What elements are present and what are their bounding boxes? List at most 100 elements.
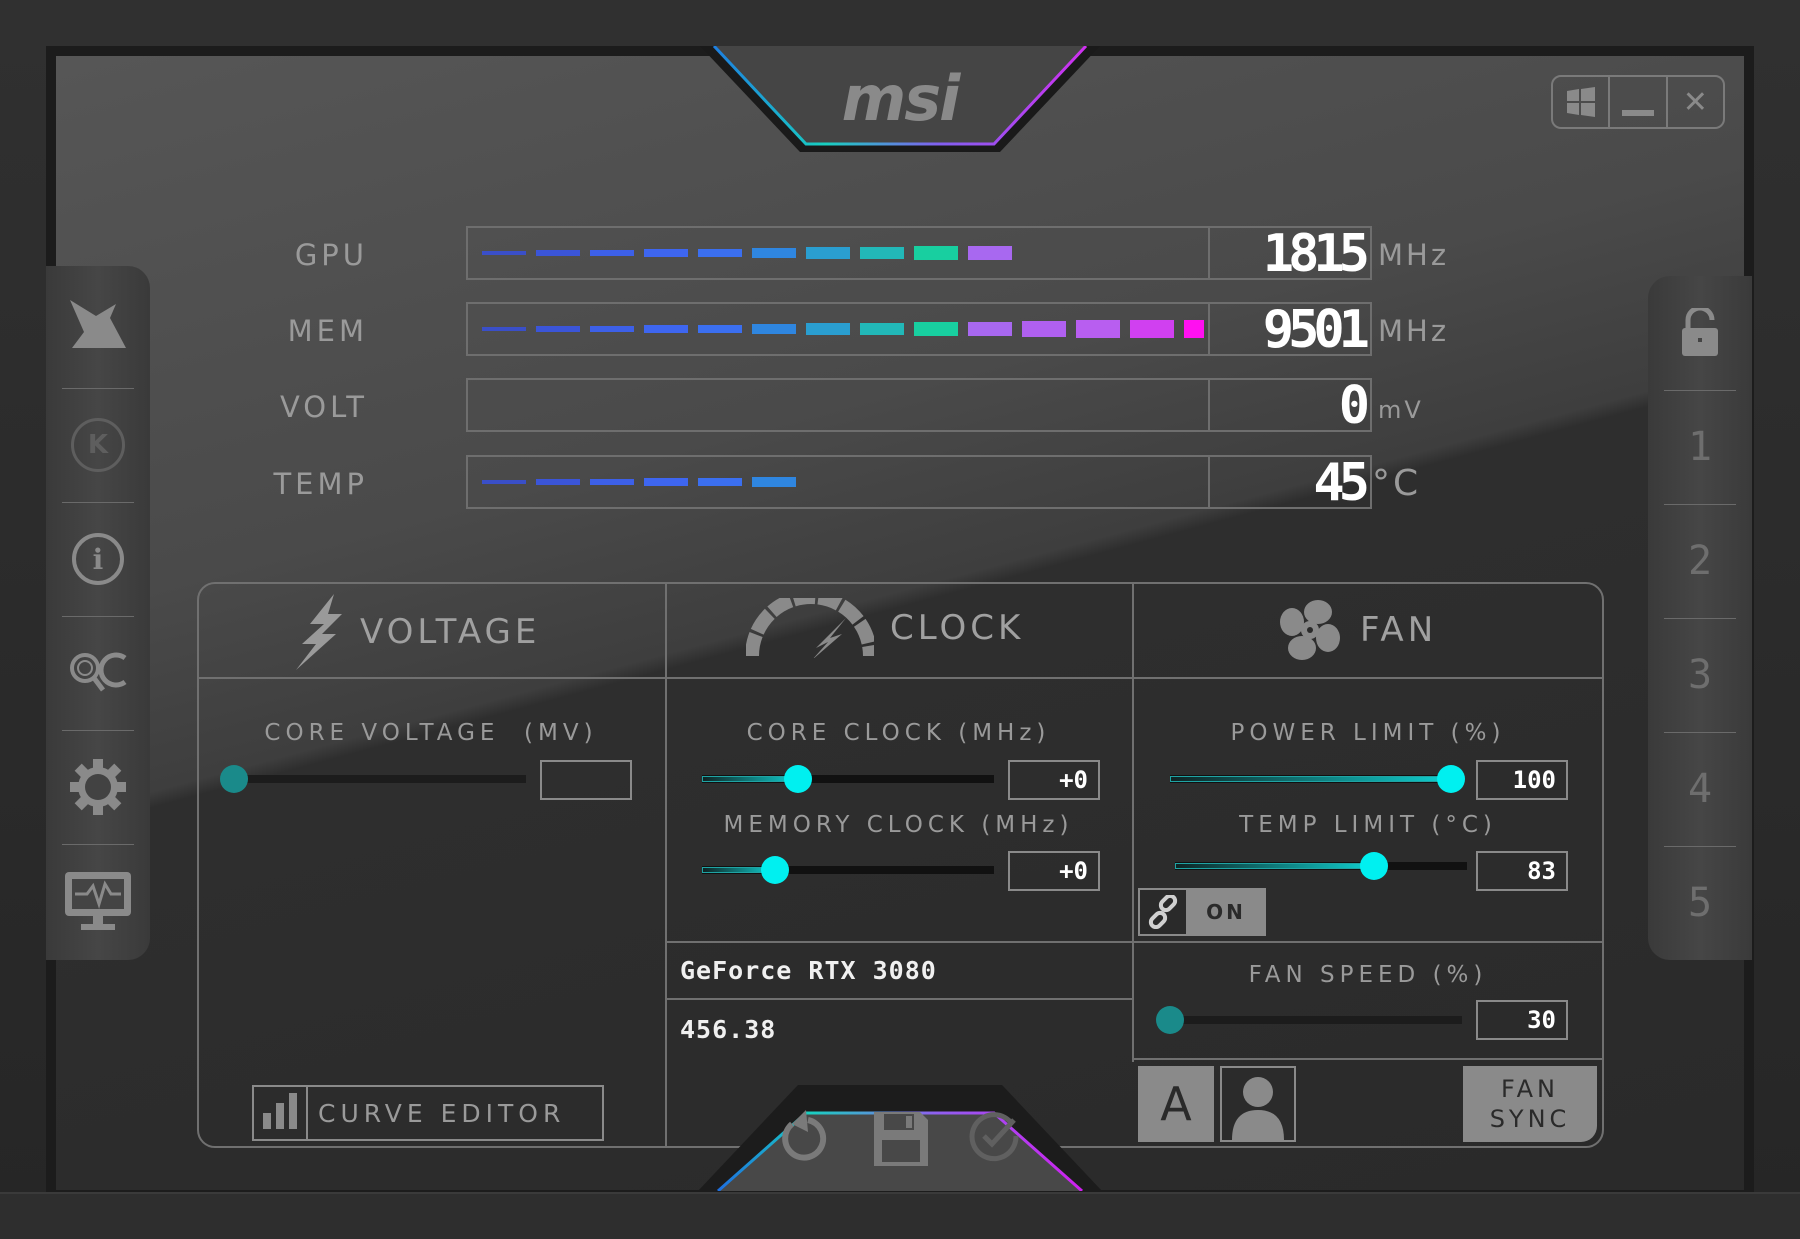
monitor-bar-segment	[914, 246, 958, 260]
apply-button[interactable]	[968, 1110, 1020, 1166]
fan-sync-line1: FAN	[1501, 1075, 1559, 1103]
fan-user-button[interactable]	[1220, 1066, 1296, 1142]
monitor-row-mem: MEM 9501 MHz	[0, 302, 1800, 358]
monitor-bar-segment	[590, 249, 634, 257]
fan-speed-knob[interactable]	[1156, 1006, 1184, 1034]
left-sidebar: K i	[46, 266, 150, 960]
sidebar-item-oc-scanner[interactable]	[46, 616, 150, 730]
profile-5[interactable]: 5	[1648, 846, 1752, 960]
core-clock-label: CORE CLOCK (MHz)	[665, 720, 1132, 746]
check-icon	[969, 1112, 1019, 1162]
label-text: FAN SPEED	[1248, 962, 1421, 988]
monitor-bar-segment	[1076, 320, 1120, 338]
monitor-bar-segment	[806, 247, 850, 259]
label-text: POWER LIMIT	[1230, 720, 1439, 746]
core-clock-input[interactable]: +0	[1008, 760, 1100, 800]
close-button[interactable]: ✕	[1668, 77, 1723, 127]
minimize-button[interactable]	[1610, 77, 1668, 127]
monitor-bar-segment	[1184, 320, 1204, 338]
monitor-bar	[466, 455, 1210, 509]
monitor-bar-segment	[698, 248, 742, 258]
label-text: CORE CLOCK	[746, 720, 946, 746]
power-limit-input[interactable]: 100	[1476, 760, 1568, 800]
divider	[665, 582, 667, 1148]
monitor-unit: °C	[1372, 463, 1422, 504]
core-voltage-slider[interactable]	[234, 775, 526, 783]
windows-logo-icon	[1566, 87, 1595, 117]
monitor-value: 9501	[1208, 302, 1372, 356]
monitor-bar	[466, 226, 1210, 280]
info-icon: i	[72, 533, 124, 585]
label-unit: (MV)	[524, 720, 598, 746]
link-toggle[interactable]: ON	[1138, 888, 1266, 936]
core-voltage-input[interactable]	[540, 760, 632, 800]
monitor-bar-segment	[1022, 321, 1066, 337]
sidebar-item-settings[interactable]	[46, 730, 150, 844]
monitor-bar-segment	[968, 245, 1012, 261]
monitor-unit: mV	[1378, 396, 1424, 424]
monitor-bar-segment	[482, 480, 526, 484]
reset-button[interactable]	[778, 1110, 828, 1170]
sidebar-item-monitor[interactable]	[46, 844, 150, 958]
temp-limit-label: TEMP LIMIT (°C)	[1132, 812, 1604, 838]
lightning-icon	[296, 594, 342, 670]
driver-version: 456.38	[680, 1015, 777, 1044]
core-voltage-knob[interactable]	[220, 765, 248, 793]
save-icon	[874, 1112, 928, 1166]
monitor-label: TEMP	[273, 467, 368, 501]
label-text: MEMORY CLOCK	[723, 812, 969, 838]
monitor-bar-segment	[482, 327, 526, 331]
fan-speed-input[interactable]: 30	[1476, 1000, 1568, 1040]
divider	[665, 998, 1132, 1000]
monitor-unit: MHz	[1378, 238, 1450, 272]
speedometer-icon	[746, 598, 874, 658]
curve-editor-button[interactable]: CURVE EDITOR	[252, 1085, 604, 1141]
memory-clock-knob[interactable]	[761, 856, 789, 884]
monitor-value: 45	[1208, 455, 1372, 509]
power-limit-fill	[1170, 776, 1452, 782]
monitor-label: GPU	[294, 238, 368, 272]
voltage-title: VOLTAGE	[360, 612, 541, 652]
monitor-label: VOLT	[279, 390, 368, 424]
msi-logo: msi	[841, 62, 961, 135]
fan-auto-button[interactable]: A	[1138, 1066, 1214, 1142]
monitor-bar-segment	[644, 249, 688, 257]
profile-2[interactable]: 2	[1648, 504, 1752, 618]
oc-scanner-icon	[70, 652, 127, 692]
minimize-icon	[1621, 110, 1654, 116]
core-voltage-label: CORE VOLTAGE (MV)	[197, 720, 665, 746]
monitor-label: MEM	[287, 314, 368, 348]
link-icon	[1140, 890, 1188, 934]
fan-sync-line2: SYNC	[1489, 1105, 1571, 1133]
label-unit: (%)	[1432, 962, 1488, 988]
clock-title: CLOCK	[890, 608, 1025, 648]
monitor-value: 1815	[1208, 226, 1372, 280]
monitor-bar-segment	[698, 477, 742, 487]
monitor-bar	[466, 302, 1210, 356]
monitor-bar	[466, 378, 1210, 432]
profile-4[interactable]: 4	[1648, 732, 1752, 846]
windows-button[interactable]	[1553, 77, 1611, 127]
fan-sync-button[interactable]: FAN SYNC	[1463, 1066, 1597, 1142]
profile-3[interactable]: 3	[1648, 618, 1752, 732]
temp-limit-input[interactable]: 83	[1476, 851, 1568, 891]
fan-header: FAN	[1276, 596, 1437, 664]
monitor-row-volt: VOLT 0 mV	[0, 378, 1800, 434]
save-button[interactable]	[872, 1110, 930, 1172]
temp-limit-knob[interactable]	[1359, 852, 1388, 880]
label-text: CORE VOLTAGE	[264, 720, 500, 746]
monitor-bar-segment	[752, 248, 796, 258]
fan-title: FAN	[1360, 610, 1438, 650]
monitor-bar-segment	[644, 325, 688, 333]
sidebar-item-info[interactable]: i	[46, 502, 150, 616]
auto-label: A	[1160, 1077, 1192, 1131]
fan-speed-slider[interactable]	[1170, 1016, 1462, 1024]
temp-limit-fill	[1175, 863, 1374, 869]
gpu-name: GeForce RTX 3080	[680, 956, 937, 985]
divider	[197, 677, 1604, 679]
info-letter: i	[92, 542, 104, 576]
bar-chart-icon	[254, 1087, 308, 1139]
window-controls: ✕	[1551, 75, 1725, 129]
memory-clock-input[interactable]: +0	[1008, 851, 1100, 891]
app-window: msi ✕ K i 1 2 3 4 5 GPU 1815 MHz MEM 950…	[0, 0, 1800, 1239]
